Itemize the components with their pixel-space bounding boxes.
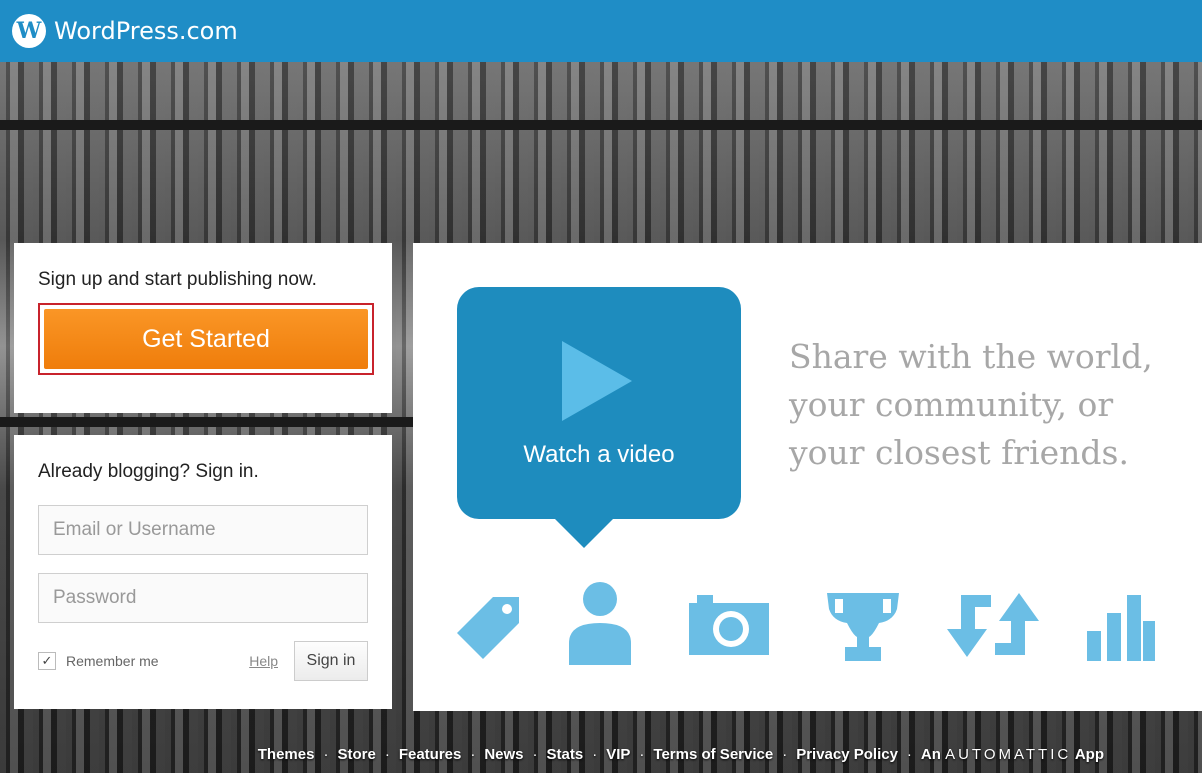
person-icon bbox=[569, 582, 631, 665]
email-field[interactable]: Email or Username bbox=[38, 505, 368, 555]
separator: · bbox=[639, 746, 645, 763]
footer-link-vip[interactable]: VIP bbox=[606, 746, 630, 763]
footer-link-news[interactable]: News bbox=[484, 746, 523, 763]
watch-video-label: Watch a video bbox=[523, 441, 675, 468]
camera-icon bbox=[689, 595, 769, 655]
remember-me-checkbox[interactable]: ✓ bbox=[38, 652, 56, 670]
password-field[interactable]: Password bbox=[38, 573, 368, 623]
separator: · bbox=[323, 746, 329, 763]
signin-heading: Already blogging? Sign in. bbox=[38, 461, 259, 482]
separator: · bbox=[470, 746, 476, 763]
logo-letter: W bbox=[16, 18, 42, 44]
help-link[interactable]: Help bbox=[249, 653, 278, 669]
signin-panel: Already blogging? Sign in. Email or User… bbox=[14, 435, 392, 709]
footer-link-store[interactable]: Store bbox=[337, 746, 375, 763]
tag-icon bbox=[457, 597, 519, 659]
tagline-line: Share with the world, bbox=[789, 337, 1153, 376]
trophy-icon bbox=[827, 593, 899, 661]
wordpress-logo-icon[interactable]: W bbox=[12, 14, 46, 48]
separator: · bbox=[384, 746, 390, 763]
brand-name[interactable]: WordPress.com bbox=[54, 17, 238, 45]
signup-tagline: Sign up and start publishing now. bbox=[38, 269, 317, 290]
bubble-tail bbox=[554, 518, 614, 548]
automattic-suffix: App bbox=[1074, 746, 1104, 763]
separator: · bbox=[782, 746, 788, 763]
automattic-prefix: An bbox=[920, 746, 941, 763]
checkmark-icon: ✓ bbox=[41, 653, 53, 668]
top-bar: W WordPress.com bbox=[0, 0, 1202, 62]
promo-panel: Watch a video Share with the world, your… bbox=[413, 243, 1202, 711]
separator: · bbox=[592, 746, 598, 763]
reblog-arrows-icon bbox=[947, 593, 1039, 657]
sign-in-button[interactable]: Sign in bbox=[294, 641, 368, 681]
tagline-line: your closest friends. bbox=[789, 433, 1129, 472]
footer-link-themes[interactable]: Themes bbox=[258, 746, 315, 763]
separator: · bbox=[532, 746, 538, 763]
shelf-divider bbox=[0, 120, 1202, 130]
automattic-link[interactable]: AUTOMATTIC bbox=[945, 746, 1071, 763]
get-started-highlight: Get Started bbox=[38, 303, 374, 375]
get-started-button[interactable]: Get Started bbox=[44, 309, 368, 369]
tagline-line: your community, or bbox=[789, 385, 1114, 424]
footer-link-privacy[interactable]: Privacy Policy bbox=[796, 746, 898, 763]
play-icon bbox=[562, 341, 632, 421]
footer-links: Themes · Store · Features · News · Stats · VIP · Ter… bbox=[0, 746, 1202, 773]
remember-me-label[interactable]: Remember me bbox=[66, 653, 159, 669]
footer-link-stats[interactable]: Stats bbox=[547, 746, 584, 763]
signup-panel: Sign up and start publishing now. Get St… bbox=[14, 243, 392, 413]
footer-link-features[interactable]: Features bbox=[399, 746, 462, 763]
promo-tagline: Share with the world, your community, or… bbox=[789, 333, 1189, 477]
watch-video-button[interactable]: Watch a video bbox=[457, 287, 741, 519]
signin-actions: ✓ Remember me Help Sign in bbox=[38, 641, 368, 681]
feature-icons bbox=[453, 581, 1173, 671]
stats-bars-icon bbox=[1087, 595, 1155, 661]
footer-link-terms[interactable]: Terms of Service bbox=[653, 746, 773, 763]
separator: · bbox=[906, 746, 912, 763]
